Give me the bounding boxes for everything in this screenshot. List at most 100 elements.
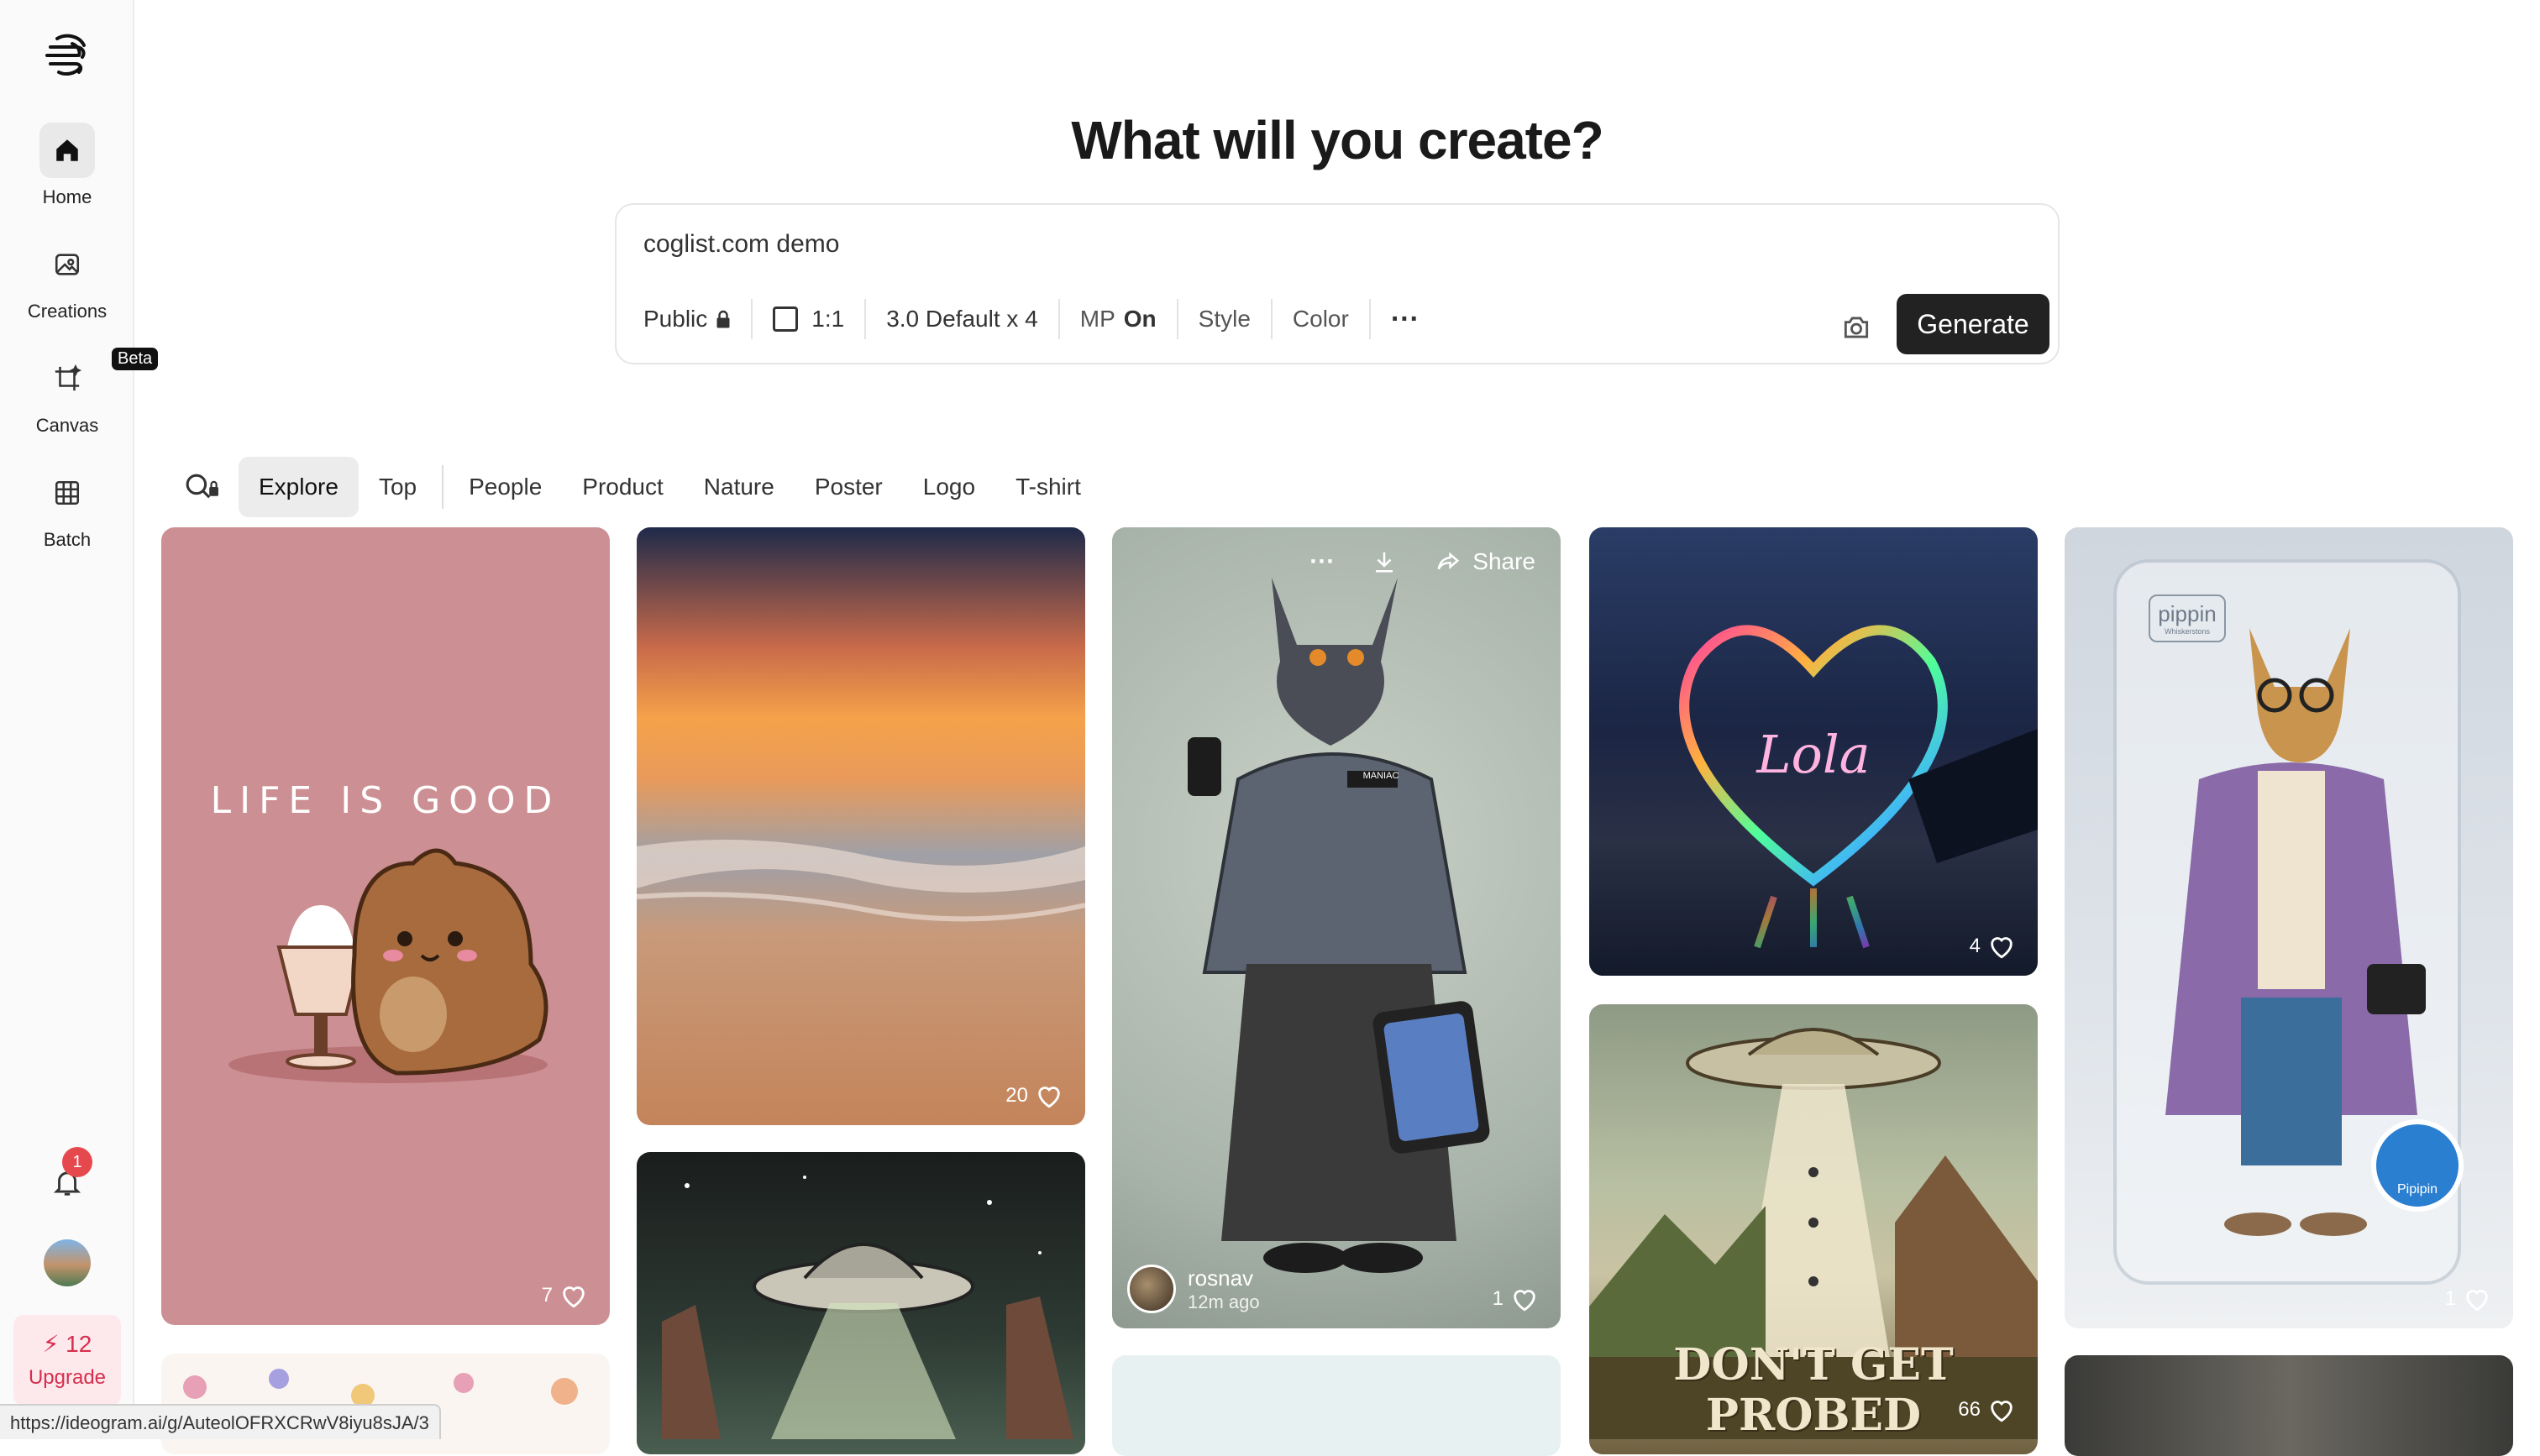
author-name: rosnav xyxy=(1188,1265,1254,1291)
gallery-card-ufo-poster[interactable]: DON'T GET PROBED 66 xyxy=(1589,1004,2038,1454)
gallery-card-ornament[interactable] xyxy=(2065,1355,2513,1456)
sidebar-item-label: Creations xyxy=(27,301,108,322)
color-label: Color xyxy=(1292,306,1349,332)
tab-top[interactable]: Top xyxy=(359,457,437,517)
gallery-card-cat-jacket[interactable]: MANIAC ··· Share rosnav 12m ago 1 xyxy=(1112,527,1561,1328)
toybox-badge-text: Pipipin xyxy=(2396,1182,2438,1197)
like-count: 1 xyxy=(2444,1287,2456,1310)
card-more-button[interactable]: ··· xyxy=(1309,547,1335,576)
gallery-card-beach-sunset[interactable]: 20 xyxy=(637,527,1085,1125)
tab-logo[interactable]: Logo xyxy=(903,457,995,517)
heart-icon xyxy=(1991,1401,2013,1422)
magic-prompt-toggle[interactable]: MP On xyxy=(1060,299,1177,339)
sidebar-item-label: Canvas xyxy=(35,415,99,436)
search-button[interactable] xyxy=(178,464,225,511)
image-upload-button[interactable] xyxy=(1834,306,1878,349)
search-icon xyxy=(186,474,218,499)
lock-icon xyxy=(716,310,730,328)
prompt-options-bar: Public 1:1 3.0 Default x 4 MP On Style C… xyxy=(643,299,1440,339)
like-count: 66 xyxy=(1958,1398,1981,1421)
beta-badge: Beta xyxy=(112,348,159,370)
heart-icon xyxy=(1991,937,2013,959)
heart-icon xyxy=(1514,1290,1535,1312)
sidebar-item-label: Batch xyxy=(43,529,92,550)
share-button[interactable]: Share xyxy=(1434,548,1535,575)
sidebar-item-label: Home xyxy=(42,186,92,207)
download-icon[interactable] xyxy=(1372,547,1397,576)
gallery-card-neon-heart[interactable]: Lola 4 xyxy=(1589,527,2038,976)
like-button[interactable]: 7 xyxy=(542,1281,588,1310)
aspect-ratio-selector[interactable]: 1:1 xyxy=(753,299,864,339)
upgrade-label: Upgrade xyxy=(28,1366,107,1389)
prompt-box: coglist.com demo Public 1:1 3.0 Default … xyxy=(615,203,2060,364)
like-button[interactable]: 66 xyxy=(1958,1396,2016,1424)
visibility-label: Public xyxy=(643,306,708,332)
bolt-icon: ⚡ xyxy=(42,1331,60,1357)
like-count: 20 xyxy=(1005,1084,1028,1107)
ufo-night-artwork xyxy=(662,1176,1073,1439)
more-options-button[interactable]: ··· xyxy=(1371,299,1440,339)
link-preview-status-bar: https://ideogram.ai/g/AuteolOFRXCRwV8iyu… xyxy=(0,1404,441,1439)
card-art-text: LIFE IS GOOD xyxy=(210,779,561,822)
share-icon xyxy=(1437,552,1460,570)
notification-count-badge: 1 xyxy=(62,1147,92,1177)
gallery-card-cat-toybox[interactable]: pippin Whiskerstons Pipipin 1 xyxy=(2065,527,2513,1328)
sidebar-item-batch[interactable]: Batch xyxy=(0,465,134,551)
jacket-badge-text: MANIAC xyxy=(1362,771,1399,781)
notifications-button[interactable]: 1 xyxy=(39,1147,96,1211)
gallery-card-light[interactable] xyxy=(1112,1355,1561,1456)
divider xyxy=(442,465,444,509)
tab-poster[interactable]: Poster xyxy=(795,457,903,517)
ideogram-logo-icon[interactable] xyxy=(39,27,96,84)
heart-icon xyxy=(563,1286,585,1308)
post-time: 12m ago xyxy=(1188,1291,1260,1312)
style-selector[interactable]: Style xyxy=(1178,299,1271,339)
prompt-input[interactable]: coglist.com demo xyxy=(643,230,839,259)
tab-nature[interactable]: Nature xyxy=(684,457,795,517)
cat-jacket-artwork xyxy=(1188,578,1490,1273)
page-title: What will you create? xyxy=(1071,110,1603,170)
tab-product[interactable]: Product xyxy=(562,457,684,517)
tab-tshirt[interactable]: T-shirt xyxy=(995,457,1101,517)
model-label: 3.0 Default x 4 xyxy=(886,306,1038,332)
model-selector[interactable]: 3.0 Default x 4 xyxy=(866,299,1058,339)
heart-icon xyxy=(2466,1290,2488,1312)
color-selector[interactable]: Color xyxy=(1273,299,1369,339)
cat-milkshake-artwork xyxy=(228,848,548,1083)
like-button[interactable]: 1 xyxy=(2445,1285,2491,1313)
square-aspect-icon xyxy=(773,306,799,332)
card-art-text: Lola xyxy=(1756,724,1871,785)
sidebar-item-creations[interactable]: Creations xyxy=(0,237,134,322)
mp-label: MP xyxy=(1079,306,1115,332)
tab-people[interactable]: People xyxy=(449,457,562,517)
share-label: Share xyxy=(1472,548,1535,574)
like-count: 7 xyxy=(541,1284,553,1307)
filter-tabs: Explore Top People Product Nature Poster… xyxy=(178,457,1101,517)
poster-line-1: DON'T GET xyxy=(1673,1339,1954,1391)
upgrade-button[interactable]: ⚡ 12 Upgrade xyxy=(13,1315,121,1406)
sidebar-item-canvas[interactable]: Beta Canvas xyxy=(0,348,159,437)
sidebar: Home Creations Beta Canvas Batch 1 ⚡ 12 … xyxy=(0,0,159,1439)
gallery-card-cat-milkshake[interactable]: LIFE IS GOOD 7 xyxy=(161,527,610,1325)
grid-table-icon xyxy=(39,465,95,521)
style-label: Style xyxy=(1198,306,1251,332)
like-button[interactable]: 20 xyxy=(1005,1082,1063,1110)
mp-value: On xyxy=(1123,306,1157,332)
like-count: 1 xyxy=(1492,1287,1504,1310)
tab-explore[interactable]: Explore xyxy=(239,457,359,517)
card-author[interactable]: rosnav 12m ago xyxy=(1127,1265,1260,1313)
visibility-toggle[interactable]: Public xyxy=(643,299,751,339)
credits-count: ⚡ 12 xyxy=(42,1331,92,1357)
like-button[interactable]: 1 xyxy=(1493,1285,1539,1313)
user-avatar[interactable] xyxy=(44,1239,91,1286)
author-avatar xyxy=(1127,1265,1176,1313)
like-button[interactable]: 4 xyxy=(1970,932,2016,961)
more-dots-icon: ··· xyxy=(1390,302,1420,335)
card-actions: ··· Share xyxy=(1309,547,1535,576)
toybox-label-title: pippin xyxy=(2158,601,2217,626)
card-art-text: DON'T GET PROBED xyxy=(1589,1340,2038,1441)
canvas-crop-icon: Beta xyxy=(39,348,159,406)
gallery-card-ufo-night[interactable] xyxy=(637,1152,1085,1454)
generate-button[interactable]: Generate xyxy=(1897,294,2049,354)
beach-sunset-artwork xyxy=(637,840,1085,922)
